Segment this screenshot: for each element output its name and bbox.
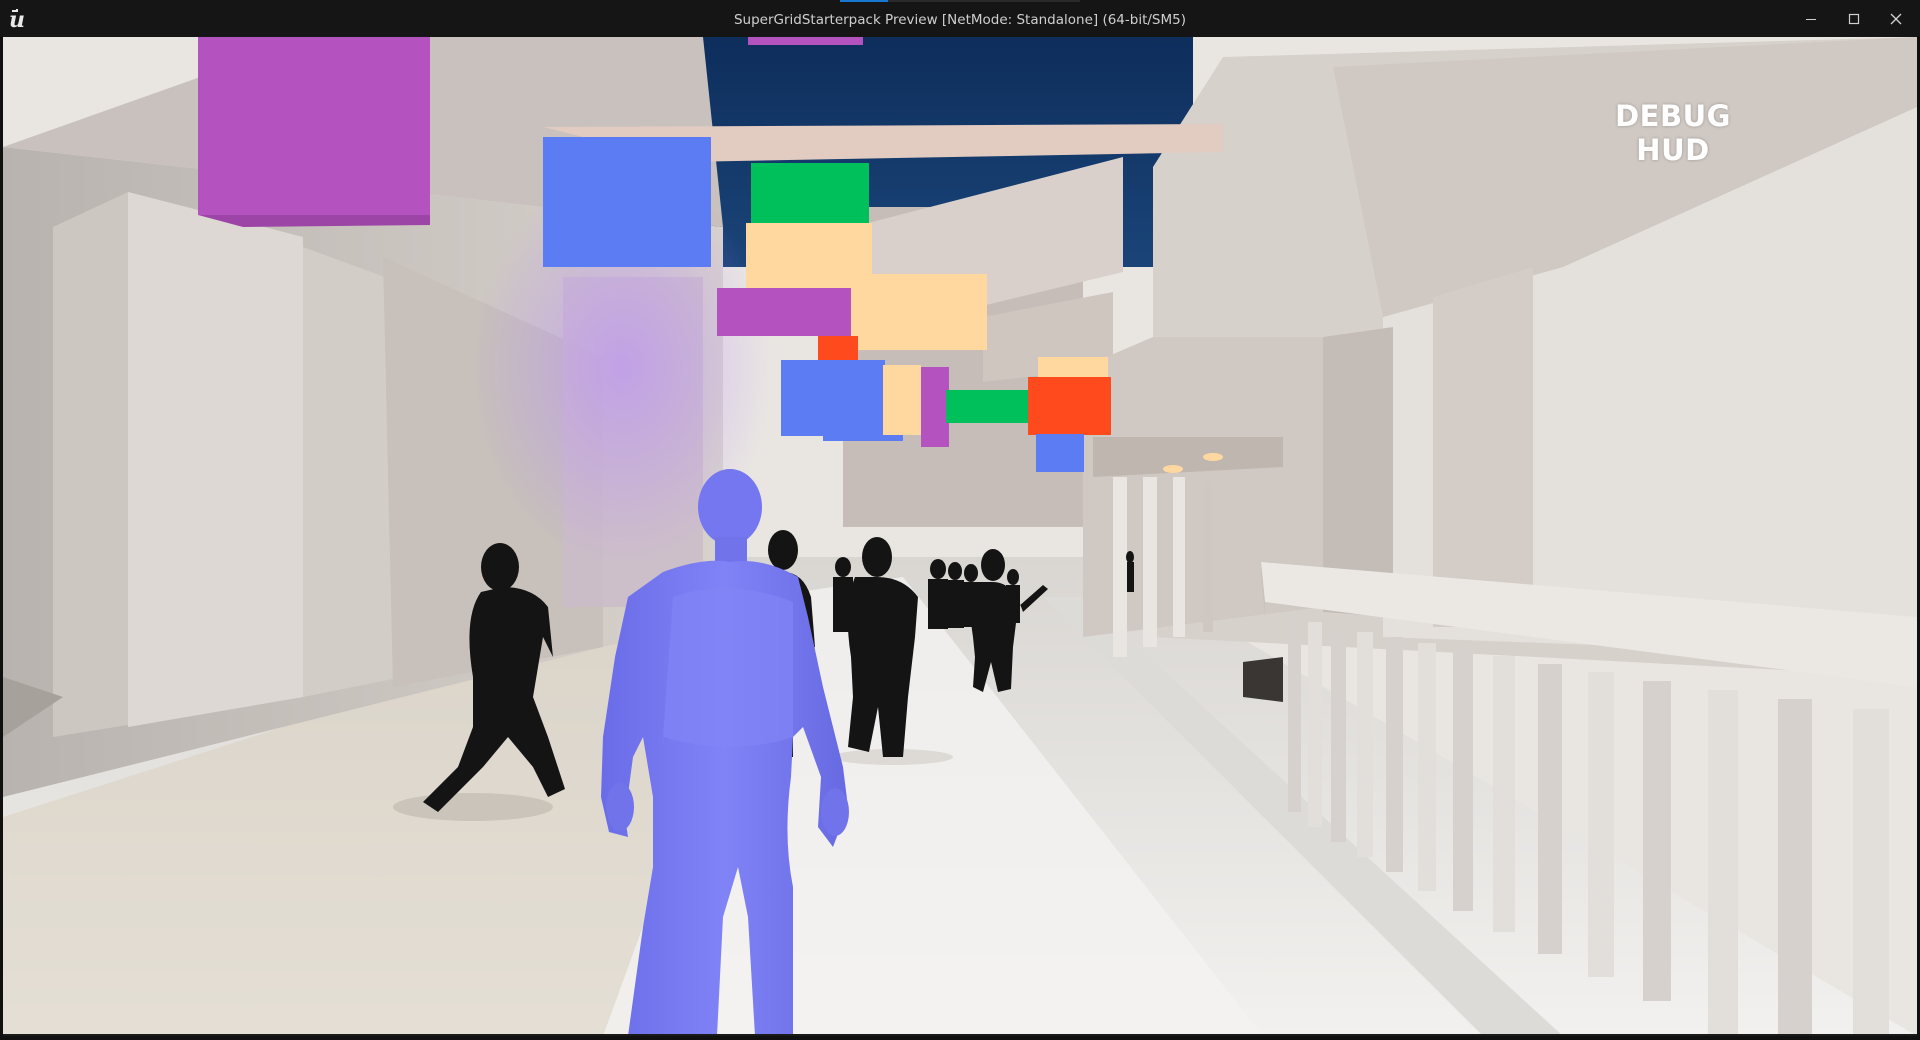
maximize-icon	[1848, 13, 1860, 24]
minimize-icon	[1806, 18, 1816, 20]
green-sign	[751, 163, 869, 225]
close-button[interactable]	[1875, 0, 1917, 37]
close-icon	[1890, 13, 1902, 24]
game-viewport[interactable]: DEBUG HUD	[3, 37, 1917, 1036]
maximize-button[interactable]	[1833, 0, 1875, 37]
minimize-button[interactable]	[1790, 0, 1832, 37]
debug-hud-label: DEBUG HUD	[1615, 99, 1731, 167]
title-bar[interactable]: u SuperGridStarterpack Preview [NetMode:…	[0, 0, 1920, 38]
game-scene	[3, 37, 1917, 1036]
magenta-sign	[198, 37, 430, 215]
window-title: SuperGridStarterpack Preview [NetMode: S…	[733, 12, 1187, 28]
game-window: u SuperGridStarterpack Preview [NetMode:…	[0, 0, 1920, 1040]
blue-sign	[543, 137, 711, 267]
